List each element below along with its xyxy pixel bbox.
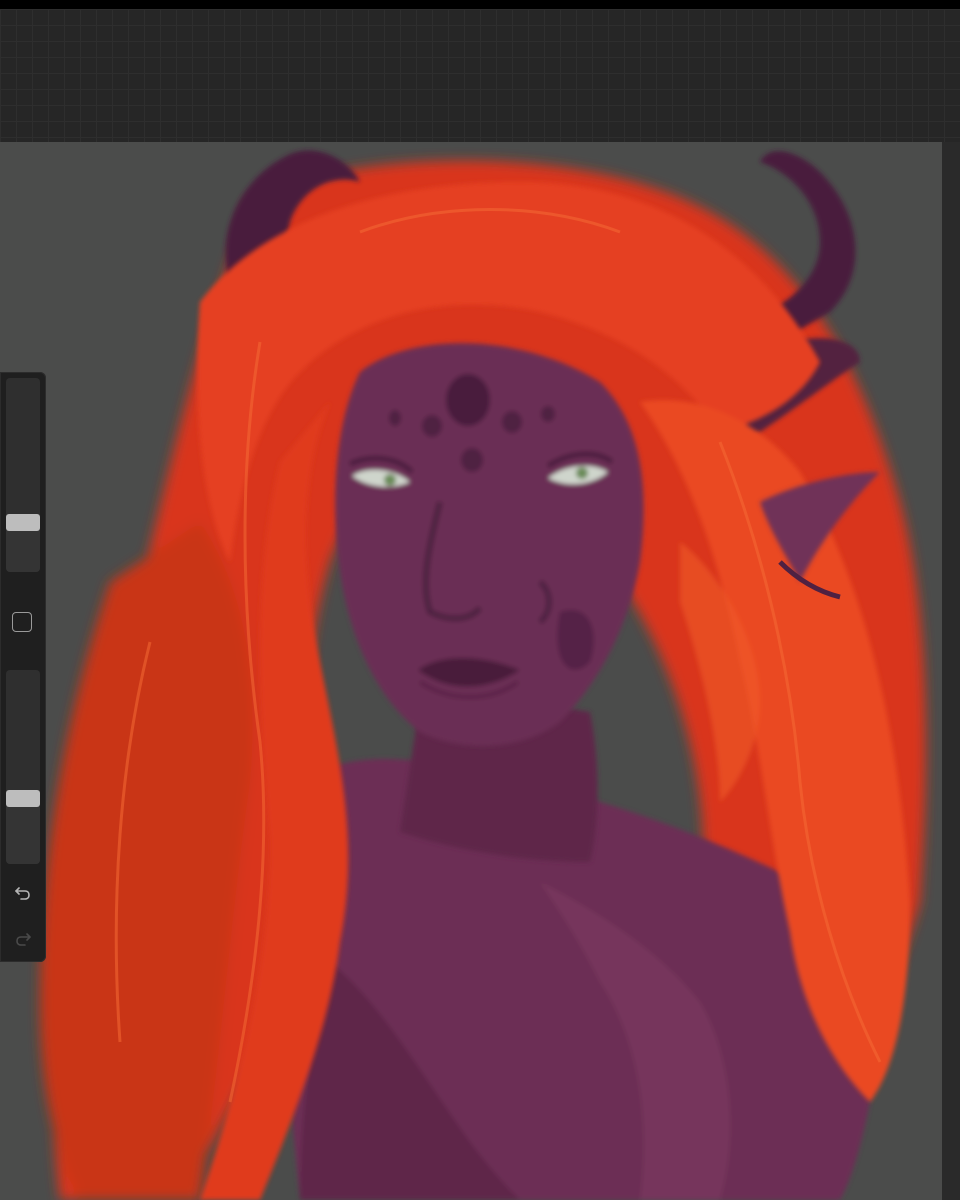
undo-button[interactable]	[8, 878, 38, 908]
brush-size-slider[interactable]	[6, 378, 40, 572]
status-bar	[0, 0, 960, 9]
artwork-painting	[40, 150, 926, 1200]
redo-arrow-icon	[16, 933, 31, 946]
brush-size-handle[interactable]	[6, 514, 40, 532]
app-window	[0, 0, 960, 1200]
canvas-right-edge	[942, 142, 960, 1200]
modify-button[interactable]	[12, 612, 32, 632]
redo-button[interactable]	[8, 924, 38, 954]
undo-arrow-icon	[15, 887, 30, 900]
drawing-canvas[interactable]	[0, 142, 942, 1200]
tool-sidebar	[0, 372, 46, 962]
brush-opacity-handle[interactable]	[6, 790, 40, 808]
figure-face	[335, 343, 644, 746]
brush-opacity-slider[interactable]	[6, 670, 40, 864]
